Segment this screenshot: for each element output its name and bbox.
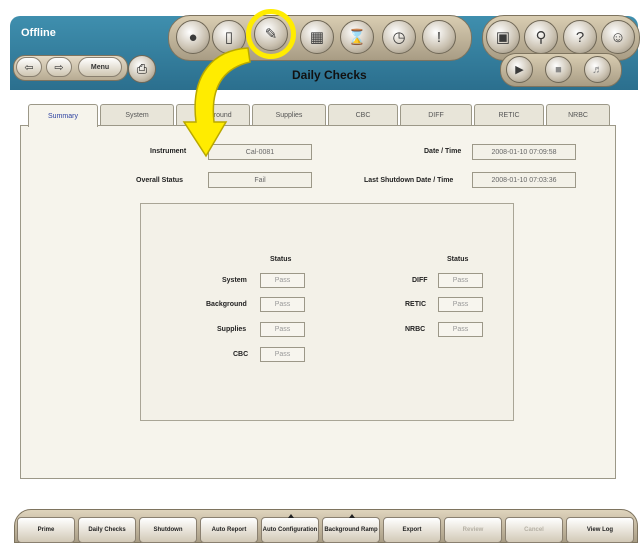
background-ramp-label: Background Ramp [324,526,378,533]
nrbc-label: NRBC [405,326,426,333]
last-shutdown-value: 2008-01-10 07:03:36 [472,172,576,188]
cancel-button[interactable]: Cancel [505,517,563,543]
background-ramp-button[interactable]: Background Ramp [322,514,380,543]
screen-title: Daily Checks [292,68,367,82]
auto-configuration-label: Auto Configuration [262,526,318,533]
datetime-value: 2008-01-10 07:09:58 [472,144,576,160]
gauge-icon[interactable]: ◷ [382,20,416,54]
export-button[interactable]: Export [383,517,441,543]
lock-icon[interactable]: ▣ [486,20,520,54]
shutdown-button[interactable]: Shutdown [139,517,197,543]
search-icon[interactable]: ⚲ [524,20,558,54]
system-status: Pass [260,273,305,288]
play-icon[interactable]: ▶ [506,56,533,83]
hourglass-icon[interactable]: ⌛ [340,20,374,54]
right-status-header: Status [447,256,469,263]
user-icon[interactable]: ☺ [601,20,635,54]
forward-arrow-icon[interactable]: ⇨ [46,57,72,77]
printer-icon[interactable]: ⎙ [128,55,156,83]
submenu-indicator-icon [349,514,355,518]
background-status: Pass [260,297,305,312]
help-icon[interactable]: ? [563,20,597,54]
cbc-label: CBC [233,351,249,358]
diff-label: DIFF [412,277,428,284]
datetime-label: Date / Time [424,148,462,155]
callout-arrow [182,47,251,158]
cbc-status: Pass [260,347,305,362]
daily-checks-button[interactable]: Daily Checks [78,517,136,543]
data-grid-icon[interactable]: ▦ [300,20,334,54]
auto-report-button[interactable]: Auto Report [200,517,258,543]
connection-status: Offline [21,27,56,39]
retic-label: RETIC [405,301,426,308]
left-status-header: Status [270,256,292,263]
overall-status-value: Fail [208,172,312,188]
tab-cbc[interactable]: CBC [328,104,398,126]
view-log-button[interactable]: View Log [566,517,634,543]
tab-bar: Summary System Background Supplies CBC D… [28,104,610,127]
alert-icon[interactable]: ! [422,20,456,54]
volume-icon[interactable]: ♬ [584,56,611,83]
retic-status: Pass [438,297,483,312]
status-table-panel [140,203,514,421]
review-button[interactable]: Review [444,517,502,543]
diff-status: Pass [438,273,483,288]
last-shutdown-label: Last Shutdown Date / Time [364,177,454,184]
tab-retic[interactable]: RETIC [474,104,544,126]
overall-status-label: Overall Status [136,177,184,184]
tab-diff[interactable]: DIFF [400,104,472,126]
submenu-indicator-icon [288,514,294,518]
back-arrow-icon[interactable]: ⇦ [16,57,42,77]
tab-nrbc[interactable]: NRBC [546,104,610,126]
menu-button[interactable]: Menu [78,57,122,77]
supplies-status: Pass [260,322,305,337]
system-label: System [222,277,247,284]
tab-summary[interactable]: Summary [28,104,98,127]
nrbc-status: Pass [438,322,483,337]
auto-configuration-button[interactable]: Auto Configuration [261,514,319,543]
prime-button[interactable]: Prime [17,517,75,543]
supplies-label: Supplies [217,326,247,333]
stop-icon[interactable]: ■ [545,56,572,83]
tab-system[interactable]: System [100,104,174,126]
background-label: Background [206,301,247,308]
